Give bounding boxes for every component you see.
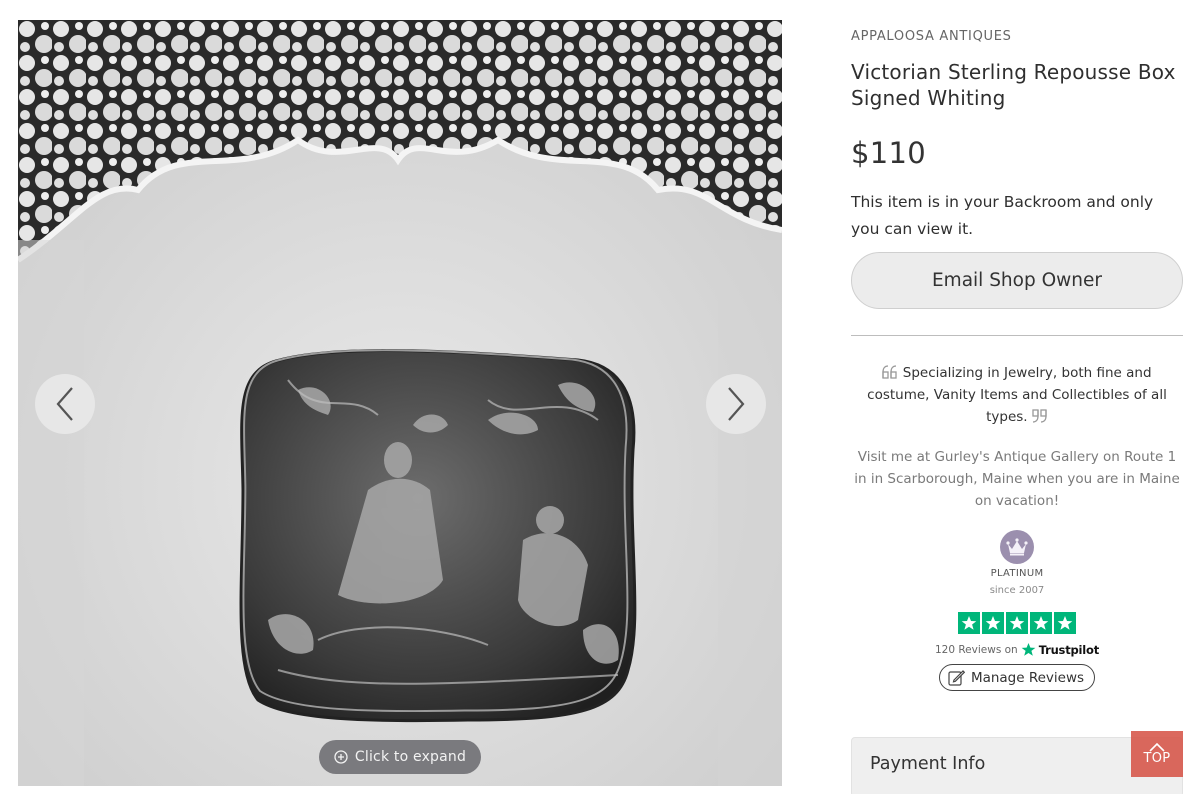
product-title: Victorian Sterling Repousse Box Signed W… [851,60,1176,110]
star-icon [1009,616,1025,630]
trustpilot-reviews-link[interactable]: 120 Reviews on Trustpilot [935,642,1099,657]
rating-star [1054,612,1076,634]
star-icon [985,616,1001,630]
product-gallery: Click to expand [18,20,782,786]
reviews-count: 120 Reviews on [934,643,1018,656]
seller-tier: PLATINUM [990,568,1044,579]
shop-name-link[interactable]: APPALOOSA ANTIQUES [851,29,1183,45]
close-quote-icon [1032,409,1047,423]
chevron-right-icon [728,387,745,421]
click-to-expand-button[interactable]: Click to expand [319,740,481,774]
backroom-note: This item is in your Backroom and only y… [851,193,1154,238]
star-icon [1057,616,1073,630]
trustpilot-star-icon [1021,642,1036,656]
chevron-left-icon [56,387,73,421]
product-photo[interactable] [18,20,782,786]
payment-info-label: Payment Info [870,754,986,774]
trustpilot-wordmark: Trustpilot [1038,642,1100,657]
rating-star [958,612,980,634]
shop-specialty: Specializing in Jewelry, both fine and c… [851,362,1183,428]
rating-star [1006,612,1028,634]
expand-label: Click to expand [354,749,467,765]
next-image-button[interactable] [706,374,766,434]
manage-reviews-button[interactable]: Manage Reviews [938,664,1096,691]
back-to-top-button[interactable]: TOP [1131,731,1183,777]
zoom-plus-icon [334,750,348,764]
previous-image-button[interactable] [35,374,95,434]
edit-pencil-icon [948,670,965,686]
rating-star [982,612,1004,634]
divider [851,335,1183,336]
platinum-badge [1000,530,1034,564]
open-quote-icon [882,365,898,379]
specialty-text: Specializing in Jewelry, both fine and c… [867,365,1167,425]
product-price: $110 [851,136,927,170]
email-shop-owner-button[interactable]: Email Shop Owner [851,252,1183,309]
top-label: TOP [1143,751,1171,766]
rating-star [1030,612,1052,634]
star-icon [961,616,977,630]
shop-visit-text: Visit me at Gurley's Antique Gallery on … [854,449,1180,509]
product-details-panel: APPALOOSA ANTIQUES Victorian Sterling Re… [851,20,1183,691]
crown-icon [1006,538,1028,556]
star-icon [1033,616,1049,630]
manage-reviews-label: Manage Reviews [970,669,1085,686]
trustpilot-star-rating [958,612,1076,634]
seller-badge-block: PLATINUM since 2007 120 Reviews on Trust… [851,530,1183,691]
seller-since: since 2007 [989,585,1045,596]
